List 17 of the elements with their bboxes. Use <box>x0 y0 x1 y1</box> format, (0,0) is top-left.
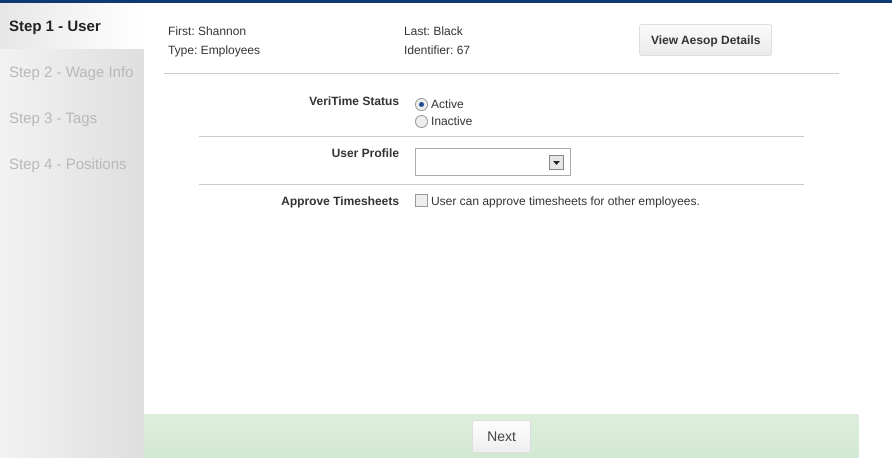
field-label: VeriTime Status <box>308 94 400 110</box>
view-details-button[interactable]: View Aesop Details <box>639 24 772 56</box>
first-name: First: Shannon <box>168 24 248 38</box>
last-name: Last: Black <box>404 24 464 38</box>
field-label: Approve Timesheets <box>280 194 400 208</box>
next-button[interactable]: Next <box>472 420 531 452</box>
radio-button[interactable] <box>415 98 428 110</box>
step-tab[interactable]: Step 1 - User <box>0 3 144 49</box>
radio-label: Active <box>431 97 464 111</box>
checkbox[interactable] <box>415 194 428 207</box>
user-type: Type: Employees <box>168 43 262 57</box>
radio-label: Inactive <box>431 114 472 128</box>
field-label: User Profile <box>330 146 400 162</box>
profile-select[interactable] <box>415 148 571 176</box>
checkbox-label: User can approve timesheets for other employees. <box>431 194 700 208</box>
identifier: Identifier: 67 <box>404 43 472 57</box>
radio-button[interactable] <box>415 114 428 128</box>
